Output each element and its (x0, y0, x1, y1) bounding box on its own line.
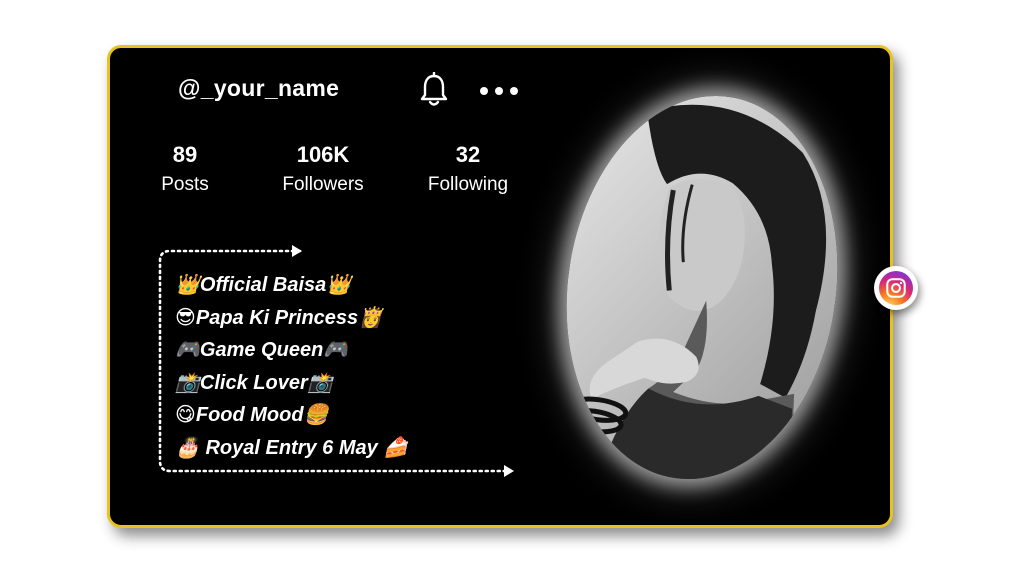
following-count: 32 (455, 142, 481, 167)
followers-label: Followers (282, 174, 364, 195)
stat-followers[interactable]: 106K Followers (273, 142, 373, 199)
bell-icon[interactable] (418, 72, 450, 108)
posts-label: Posts (161, 174, 209, 195)
username: @_your_name (178, 75, 340, 101)
profile-photo[interactable] (542, 78, 862, 497)
bio-line: 🎮Game Queen🎮 (175, 339, 349, 361)
more-icon[interactable] (478, 84, 520, 98)
stat-following[interactable]: 32 Following (420, 142, 516, 199)
instagram-icon (879, 271, 913, 305)
bio-line: 👑Official Baisa👑 (175, 274, 352, 296)
bio-line: 😋Food Mood🍔 (175, 404, 329, 426)
followers-count: 106K (296, 142, 350, 167)
following-label: Following (427, 174, 509, 195)
instagram-badge[interactable] (874, 266, 918, 310)
bio-line: 🎂 Royal Entry 6 May 🍰 (175, 436, 409, 459)
bio-line: 📸Click Lover📸 (175, 371, 333, 394)
bio: 👑Official Baisa👑 😎Papa Ki Princess👸 🎮Gam… (175, 269, 408, 464)
page: @_your_name 89 Posts 106K Followers 32 F… (0, 0, 1024, 576)
stat-posts[interactable]: 89 Posts (150, 142, 220, 199)
profile-card: @_your_name 89 Posts 106K Followers 32 F… (107, 45, 893, 528)
bio-line: 😎Papa Ki Princess👸 (175, 306, 384, 329)
posts-count: 89 (172, 142, 198, 167)
